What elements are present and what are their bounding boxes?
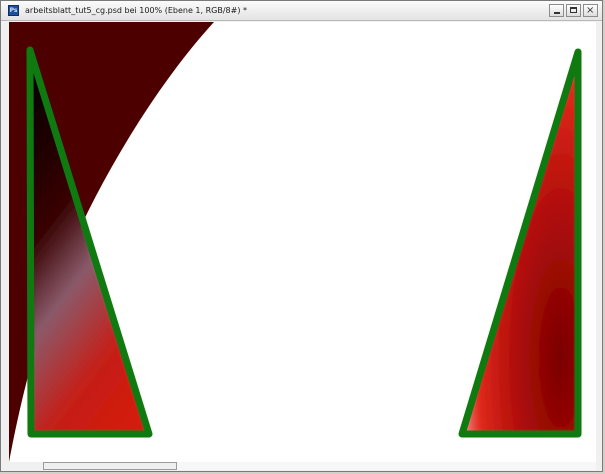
app-icon-label: Ps	[9, 7, 18, 14]
document-window: Ps arbeitsblatt_tut5_cg.psd bei 100% (Eb…	[0, 0, 603, 472]
minimize-icon	[554, 12, 560, 14]
title-bar[interactable]: Ps arbeitsblatt_tut5_cg.psd bei 100% (Eb…	[1, 1, 602, 21]
window-controls: ×	[549, 4, 598, 17]
restore-icon	[570, 7, 577, 13]
artwork	[9, 22, 596, 462]
minimize-button[interactable]	[549, 4, 564, 17]
close-icon: ×	[586, 5, 595, 16]
close-button[interactable]: ×	[583, 4, 598, 17]
status-bar[interactable]	[43, 462, 177, 470]
window-title: arbeitsblatt_tut5_cg.psd bei 100% (Ebene…	[25, 6, 247, 15]
document-canvas[interactable]	[9, 22, 596, 462]
horizontal-scroll-area[interactable]	[177, 462, 596, 470]
photoshop-app-icon: Ps	[8, 5, 19, 16]
restore-button[interactable]	[566, 4, 581, 17]
window-right-edge	[596, 22, 602, 462]
